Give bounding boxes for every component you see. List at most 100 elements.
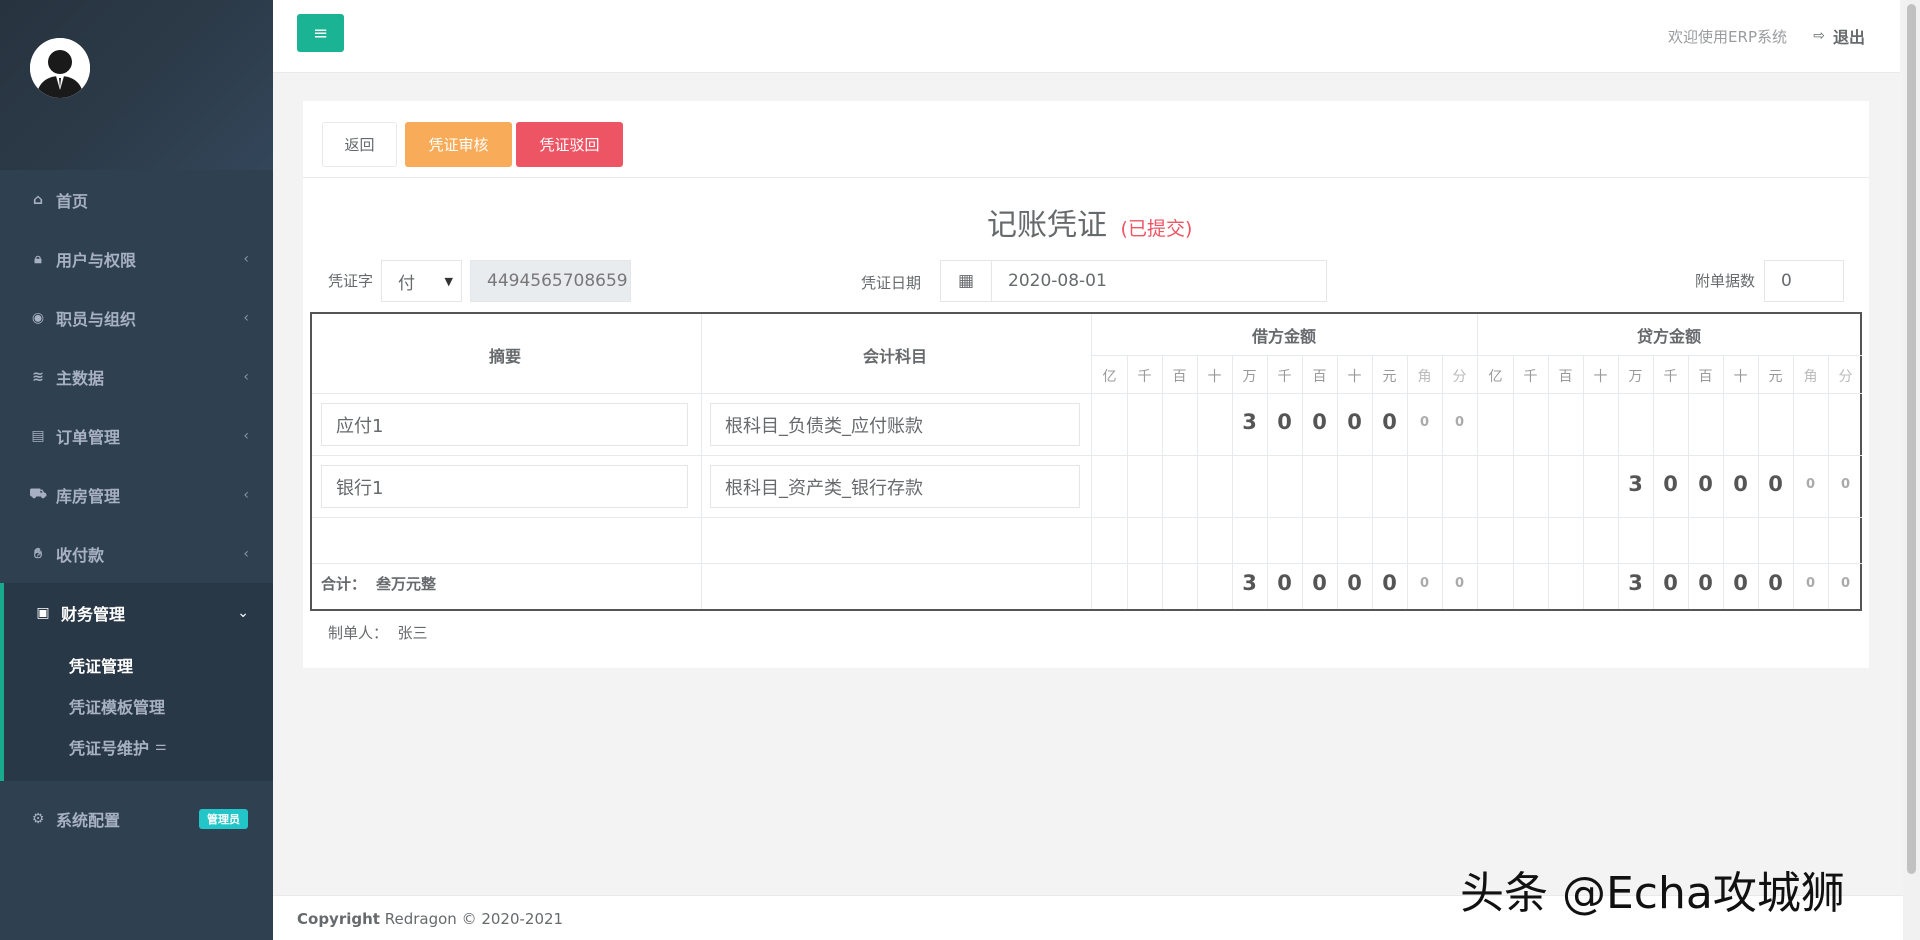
amount-digit: 0 <box>1840 477 1851 492</box>
voucher-date-input[interactable]: 2020-08-01 <box>991 260 1327 302</box>
account-value: 根科目_负债类_应付账款 <box>725 415 923 437</box>
sidebar-item-label: 订单管理 <box>56 427 121 447</box>
row-divider <box>312 517 1862 518</box>
chevron-down-icon: ⌄ <box>237 604 249 621</box>
reject-voucher-button[interactable]: 凭证驳回 <box>516 122 623 167</box>
amount-digit: 0 <box>1768 472 1783 496</box>
handshake-icon: ✋︎ <box>34 545 42 562</box>
chevron-left-icon: ‹ <box>243 309 249 326</box>
sidebar-subitem-voucher-template[interactable]: 凭证模板管理 <box>4 685 273 726</box>
truck-icon: ⛟ <box>29 485 47 502</box>
amount-digit: 3 <box>1242 410 1257 434</box>
account-input[interactable]: 根科目_负债类_应付账款 <box>710 403 1080 446</box>
sidebar-item-finance[interactable]: ▣ 财务管理 ⌄ <box>0 583 273 642</box>
avatar[interactable] <box>30 38 90 98</box>
digit-unit-header: 百 <box>1312 369 1327 385</box>
voucher-number-field[interactable]: 4494565708659 <box>470 260 631 302</box>
chevron-left-icon: ‹ <box>243 250 249 267</box>
sidebar-nav: ⌂ 首页 🔒︎ 用户与权限 ‹ ◉ 职员与组织 ‹ ≋ 主数据 ‹ ▤ 订单管理… <box>0 170 273 848</box>
user-avatar-icon <box>30 38 90 98</box>
amount-digit: 0 <box>1698 571 1713 595</box>
amount-digit: 0 <box>1312 410 1327 434</box>
copyright-text: Copyright Redragon © 2020-2021 <box>297 910 563 928</box>
voucher-number-value: 4494565708659 <box>487 271 628 291</box>
amount-digit: 0 <box>1312 571 1327 595</box>
voucher-word-select[interactable]: 付 ▼ <box>381 260 462 302</box>
account-input[interactable]: 根科目_资产类_银行存款 <box>710 465 1080 508</box>
amount-digit: 0 <box>1663 571 1678 595</box>
list-alt-icon: ▤ <box>31 427 45 444</box>
amount-digit: 0 <box>1419 415 1430 430</box>
calendar-addon[interactable]: ▦ <box>940 260 992 302</box>
subitem-label: 凭证管理 <box>69 656 134 676</box>
chevron-left-icon: ‹ <box>243 427 249 444</box>
total-in-words: 叁万元整 <box>376 575 437 593</box>
home-icon: ⌂ <box>32 191 44 208</box>
digit-unit-header: 千 <box>1663 369 1678 385</box>
vertical-scrollbar[interactable] <box>1903 0 1920 940</box>
col-divider <box>1091 314 1092 609</box>
amount-digit: 0 <box>1663 472 1678 496</box>
audit-voucher-button[interactable]: 凭证审核 <box>405 122 512 167</box>
digit-unit-header: 角 <box>1417 369 1432 385</box>
sign-out-icon: ⇨ <box>1813 28 1825 44</box>
attachments-value: 0 <box>1781 271 1792 291</box>
chevron-left-icon: ‹ <box>243 486 249 503</box>
amount-digit: 0 <box>1840 576 1851 591</box>
admin-badge: 管理员 <box>199 808 248 829</box>
amount-digit: 0 <box>1347 410 1362 434</box>
sidebar-item-label: 财务管理 <box>61 604 126 624</box>
amount-digit: 0 <box>1277 571 1292 595</box>
digit-unit-header: 角 <box>1803 369 1818 385</box>
sidebar-item-label: 主数据 <box>56 368 105 388</box>
finance-submenu: 凭证管理 凭证模板管理 凭证号维护 ⚌ <box>0 642 273 781</box>
subitem-label: 凭证号维护 <box>69 738 150 758</box>
menu-toggle-button[interactable]: ≡ <box>297 14 344 52</box>
digit-unit-header: 千 <box>1277 369 1292 385</box>
logout-link[interactable]: ⇨ 退出 <box>1813 24 1865 48</box>
digit-unit-header: 百 <box>1698 369 1713 385</box>
logout-label: 退出 <box>1832 28 1865 47</box>
profile-area <box>0 0 273 170</box>
subitem-label: 凭证模板管理 <box>69 697 166 717</box>
sidebar-item-home[interactable]: ⌂ 首页 <box>0 170 273 229</box>
voucher-date-value: 2020-08-01 <box>1008 271 1107 291</box>
digit-unit-header: 十 <box>1207 369 1222 385</box>
digit-unit-header: 十 <box>1733 369 1748 385</box>
copyright-detail: Redragon © 2020-2021 <box>379 910 564 928</box>
sidebar-item-staff-org[interactable]: ◉ 职员与组织 ‹ <box>0 288 273 347</box>
col-divider <box>701 314 702 609</box>
sidebar-item-system-config[interactable]: ⚙ 系统配置 管理员 <box>0 789 273 848</box>
sidebar-item-payments[interactable]: ✋︎ 收付款 ‹ <box>0 524 273 583</box>
sidebar-subitem-voucher-number[interactable]: 凭证号维护 ⚌ <box>4 726 273 767</box>
sidebar-item-master-data[interactable]: ≋ 主数据 ‹ <box>0 347 273 406</box>
sidebar-item-label: 收付款 <box>56 545 105 565</box>
top-navbar: ≡ 欢迎使用ERP系统 ⇨ 退出 <box>273 0 1900 73</box>
sidebar-item-users-permissions[interactable]: 🔒︎ 用户与权限 ‹ <box>0 229 273 288</box>
card-toolbar: 返回 凭证审核 凭证驳回 <box>303 101 1869 178</box>
total-label: 合计： <box>321 575 367 593</box>
back-button[interactable]: 返回 <box>322 122 397 167</box>
digit-unit-header: 元 <box>1382 369 1397 385</box>
sidebar-item-orders[interactable]: ▤ 订单管理 ‹ <box>0 406 273 465</box>
row-divider <box>312 455 1862 456</box>
sidebar-item-warehouse[interactable]: ⛟ 库房管理 ‹ <box>0 465 273 524</box>
amount-digit: 0 <box>1454 576 1465 591</box>
summary-input[interactable]: 银行1 <box>321 465 688 508</box>
row-divider <box>312 393 1862 394</box>
voucher-table: 摘要 会计科目 借方金额 贷方金额 亿 千 百 十 万 千 百 十 元 角 分 亿 千 百 十 万 千 百 十 元 角 分… <box>310 312 1862 611</box>
welcome-text: 欢迎使用ERP系统 <box>1668 28 1787 46</box>
calendar-icon: ▦ <box>957 271 975 291</box>
copyright-brand: Copyright <box>297 910 380 928</box>
summary-input[interactable]: 应付1 <box>321 403 688 446</box>
digit-unit-header: 分 <box>1452 369 1467 385</box>
voucher-title: 记账凭证 (已提交) <box>987 200 1192 244</box>
sidebar-subitem-voucher-management[interactable]: 凭证管理 <box>4 644 273 685</box>
sidebar-item-label: 职员与组织 <box>56 309 137 329</box>
amount-digit: 0 <box>1347 571 1362 595</box>
amount-digit: 0 <box>1419 576 1430 591</box>
attachments-input[interactable]: 0 <box>1764 260 1844 302</box>
digit-unit-header: 百 <box>1172 369 1187 385</box>
amount-digit: 0 <box>1768 571 1783 595</box>
scrollbar-thumb[interactable] <box>1907 4 1916 874</box>
